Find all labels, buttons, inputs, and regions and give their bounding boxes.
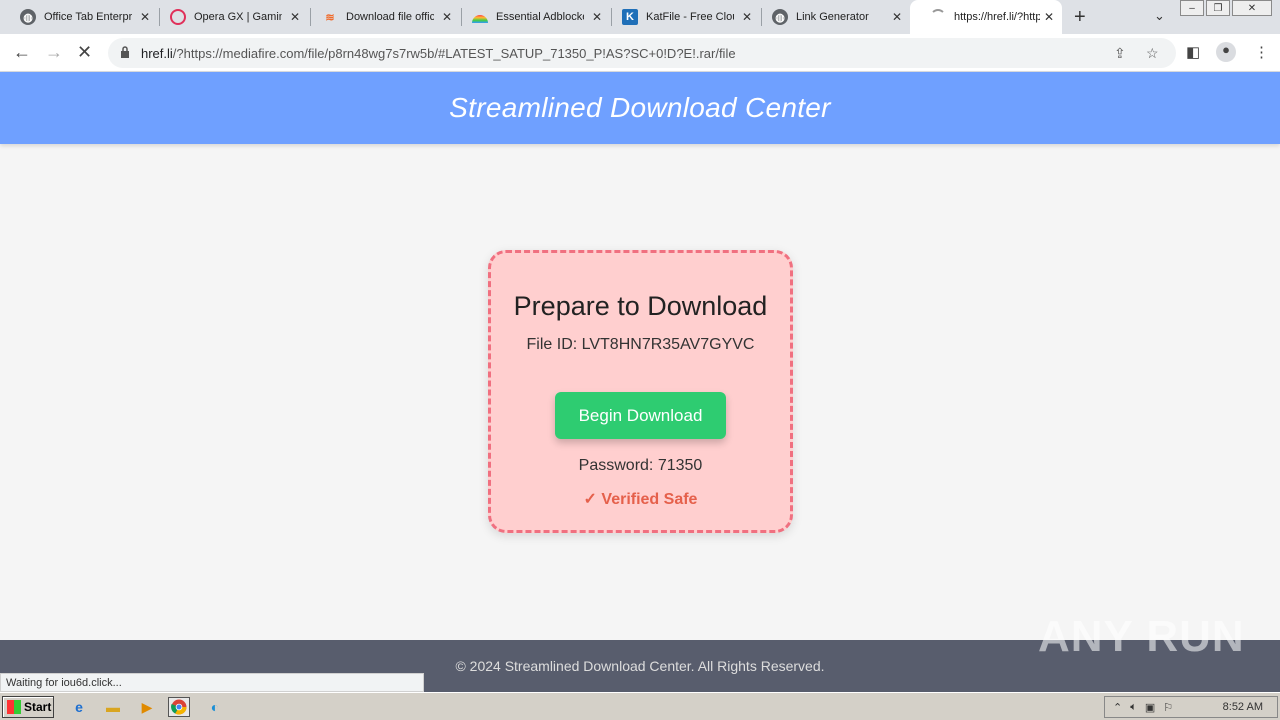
tab-katfile[interactable]: K KatFile - Free Cloud ✕ — [602, 0, 760, 34]
profile-icon[interactable]: ● — [1216, 42, 1236, 62]
menu-dots-icon[interactable]: ⋮ — [1254, 43, 1269, 61]
tab-opera-gx[interactable]: Opera GX | Gaming Browser ✕ — [150, 0, 308, 34]
volume-icon[interactable]: 🔈︎ — [1130, 701, 1137, 714]
copyright-text: © 2024 Streamlined Download Center. All … — [455, 658, 825, 674]
share-icon[interactable]: ⇪ — [1114, 45, 1126, 62]
globe-icon: ◍ — [772, 9, 788, 25]
star-icon[interactable]: ☆ — [1146, 45, 1159, 62]
tab-title: KatFile - Free Cloud — [646, 11, 734, 23]
url-path: /?https://mediafire.com/file/p8rn48wg7s7… — [172, 46, 736, 61]
clock[interactable]: 8:52 AM — [1223, 701, 1263, 713]
layers-icon: ≋ — [325, 11, 335, 24]
url-text: href.li/?https://mediafire.com/file/p8rn… — [141, 46, 736, 61]
new-tab-button[interactable]: + — [1074, 6, 1086, 29]
tray-expand-icon[interactable]: ⌃ — [1113, 701, 1122, 714]
restore-button[interactable]: ❐ — [1206, 0, 1230, 16]
tab-title: Download file officially — [346, 11, 434, 23]
close-icon[interactable]: ✕ — [140, 10, 150, 24]
download-card: Prepare to Download File ID: LVT8HN7R35A… — [488, 250, 793, 533]
tab-office-tab[interactable]: ◍ Office Tab Enterprise ✕ — [0, 0, 158, 34]
address-bar[interactable]: href.li/?https://mediafire.com/file/p8rn… — [108, 38, 1176, 68]
tab-link-generator[interactable]: ◍ Link Generator ✕ — [752, 0, 910, 34]
window-controls: – ❐ ✕ — [1178, 0, 1272, 16]
close-icon[interactable]: ✕ — [442, 10, 452, 24]
verified-badge: ✓ Verified Safe — [583, 491, 698, 508]
tab-title: Essential Adblocker — [496, 11, 584, 23]
browser-toolbar: ← → ✕ href.li/?https://mediafire.com/fil… — [0, 34, 1280, 72]
back-arrow-icon[interactable]: ← — [13, 42, 31, 63]
forward-arrow-icon[interactable]: → — [45, 42, 63, 63]
tab-href-li[interactable]: https://href.li/?https ✕ — [910, 0, 1062, 34]
chrome-icon[interactable] — [168, 697, 190, 717]
system-tray: ⌃ 🔈︎ ▣ ⚐ 8:52 AM — [1104, 696, 1278, 718]
explorer-folder-icon[interactable]: ▬ — [102, 697, 124, 717]
close-icon[interactable]: ✕ — [290, 10, 300, 24]
anyrun-watermark: ANY RUN — [1038, 612, 1245, 661]
chevron-down-icon[interactable]: ⌄ — [1154, 8, 1165, 24]
close-icon[interactable]: ✕ — [1044, 10, 1054, 24]
password-text: Password: 71350 — [578, 457, 703, 474]
start-button[interactable]: Start — [2, 696, 54, 718]
katfile-icon: K — [622, 9, 638, 25]
close-window-button[interactable]: ✕ — [1232, 0, 1272, 16]
tab-essential-adblocker[interactable]: Essential Adblocker ✕ — [452, 0, 610, 34]
media-player-icon[interactable]: ▶ — [136, 697, 158, 717]
edge-icon[interactable]: ◐ — [204, 697, 226, 717]
ie-icon[interactable]: e — [68, 697, 90, 717]
status-bar: Waiting for iou6d.click... — [0, 673, 424, 692]
begin-download-button[interactable]: Begin Download — [555, 392, 726, 439]
side-panel-icon[interactable]: ◧ — [1186, 43, 1200, 61]
opera-icon — [170, 9, 186, 25]
close-icon[interactable]: ✕ — [892, 10, 902, 24]
network-icon[interactable]: ▣ — [1145, 701, 1155, 714]
stop-loading-icon[interactable]: ✕ — [77, 42, 92, 63]
tab-download-file[interactable]: ≋ Download file officially ✕ — [302, 0, 460, 34]
loading-icon — [930, 9, 946, 25]
lock-icon — [121, 46, 129, 58]
tab-title: Link Generator — [796, 11, 869, 23]
windows-logo-icon — [7, 700, 21, 714]
site-title: Streamlined Download Center — [449, 92, 831, 123]
close-icon[interactable]: ✕ — [742, 10, 752, 24]
tab-title: Office Tab Enterprise — [44, 11, 132, 23]
site-header: Streamlined Download Center — [0, 72, 1280, 144]
url-host: href.li — [141, 46, 173, 61]
card-title: Prepare to Download — [513, 291, 768, 321]
close-icon[interactable]: ✕ — [592, 10, 602, 24]
file-id: File ID: LVT8HN7R35AV7GYVC — [526, 336, 755, 353]
tab-title: https://href.li/?https — [954, 11, 1040, 23]
action-center-flag-icon[interactable]: ⚐ — [1163, 701, 1173, 714]
globe-icon: ◍ — [20, 9, 36, 25]
tab-title: Opera GX | Gaming Browser — [194, 11, 282, 23]
minimize-button[interactable]: – — [1180, 0, 1204, 16]
rainbow-icon — [472, 15, 488, 23]
tab-strip: ◍ Office Tab Enterprise ✕ Opera GX | Gam… — [0, 0, 1280, 34]
taskbar: Start e ▬ ▶ ◐ ⌃ 🔈︎ ▣ ⚐ 8:52 AM — [0, 692, 1280, 720]
start-label: Start — [24, 700, 52, 714]
